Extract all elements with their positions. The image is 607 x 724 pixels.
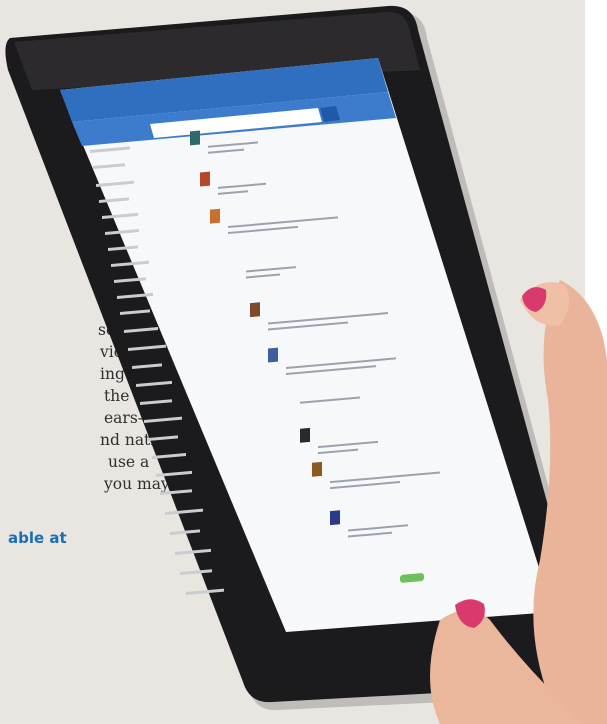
tablet-illustration: [5, 5, 607, 724]
tablet-photo: [0, 0, 607, 724]
